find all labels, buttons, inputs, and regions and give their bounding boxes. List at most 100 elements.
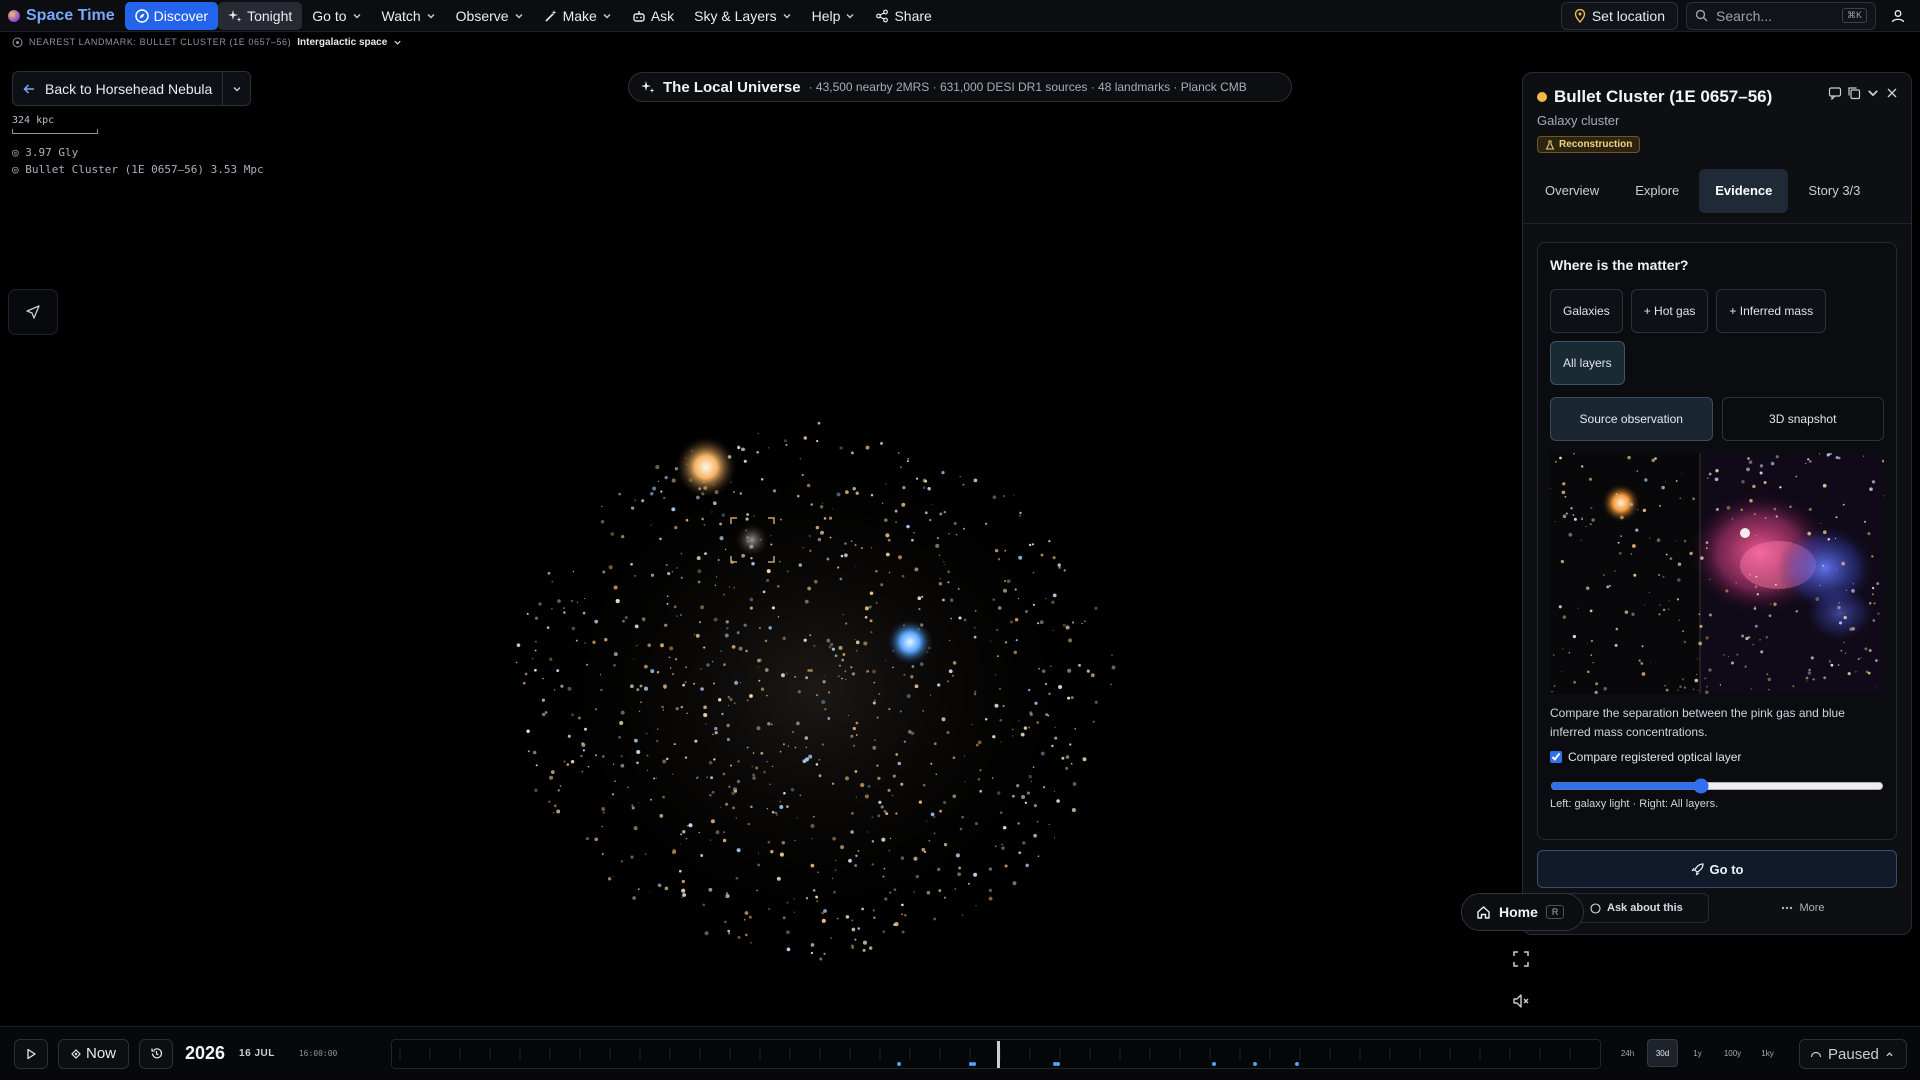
evidence-comparison-image[interactable] xyxy=(1550,452,1884,694)
bright-galaxy[interactable] xyxy=(674,435,738,499)
image-star xyxy=(1700,555,1704,560)
chip-hot-gas[interactable]: + Hot gas xyxy=(1630,288,1709,333)
play-button[interactable] xyxy=(14,1038,48,1069)
galaxy-point xyxy=(733,491,735,493)
galaxy-point xyxy=(1038,667,1040,670)
galaxy-point xyxy=(649,890,651,892)
galaxy-point xyxy=(911,538,914,542)
image-star xyxy=(1871,554,1874,558)
mute-icon[interactable] xyxy=(1511,991,1531,1011)
search-box[interactable]: ⌘K xyxy=(1686,1,1876,30)
nav-share-button[interactable]: Share xyxy=(865,2,941,30)
pointer-tool-button[interactable] xyxy=(8,289,58,335)
galaxy-point xyxy=(815,763,819,766)
range-24h[interactable]: 24h xyxy=(1612,1039,1643,1067)
galaxy-point xyxy=(826,557,830,561)
nav-ask-button[interactable]: Ask xyxy=(622,2,684,30)
compare-optical-checkbox[interactable] xyxy=(1550,750,1562,763)
compare-optical-toggle[interactable]: Compare registered optical layer xyxy=(1550,750,1884,764)
blue-galaxy[interactable] xyxy=(886,618,934,666)
galaxy-point xyxy=(595,708,598,711)
search-input[interactable] xyxy=(1716,7,1826,24)
panel-bottom-actions: Ask about this More xyxy=(1537,893,1897,923)
timeline-event-marker[interactable] xyxy=(1295,1062,1299,1066)
timeline-event-marker[interactable] xyxy=(1253,1062,1257,1066)
galaxy-point xyxy=(1062,623,1066,627)
more-button-label: More xyxy=(1799,902,1825,914)
image-star xyxy=(1562,614,1567,619)
tab-explore[interactable]: Explore xyxy=(1619,169,1695,213)
galaxy-point xyxy=(838,664,842,667)
image-star xyxy=(1667,608,1670,610)
nav-discover-button[interactable]: Discover xyxy=(124,1,219,30)
history-button[interactable] xyxy=(139,1038,173,1069)
galaxy-point xyxy=(910,731,915,736)
timeline-event-marker[interactable] xyxy=(1212,1062,1216,1066)
scene-title: The Local Universe xyxy=(663,78,801,96)
source-observation-button[interactable]: Source observation xyxy=(1550,396,1713,441)
tab-overview[interactable]: Overview xyxy=(1529,169,1615,213)
galaxy-point xyxy=(924,851,926,853)
more-button[interactable]: More xyxy=(1709,902,1897,914)
selected-object[interactable] xyxy=(734,522,770,558)
nav-goto-menu[interactable]: Go to xyxy=(302,2,371,30)
scene-summary-pill[interactable]: The Local Universe · 43,500 nearby 2MRS … xyxy=(628,72,1292,102)
nav-goto-label: Go to xyxy=(312,7,347,24)
app-brand[interactable]: Space Time xyxy=(8,7,115,25)
chip-galaxies[interactable]: Galaxies xyxy=(1550,288,1623,333)
close-icon[interactable] xyxy=(1885,86,1899,100)
timeline-event-marker[interactable] xyxy=(1056,1062,1060,1066)
3d-snapshot-button[interactable]: 3D snapshot xyxy=(1721,396,1884,441)
nav-tonight-button[interactable]: Tonight xyxy=(218,1,303,30)
scale-bar xyxy=(12,129,98,134)
timeline-playhead[interactable] xyxy=(997,1041,1000,1068)
goto-button[interactable]: Go to xyxy=(1537,850,1897,888)
timeline-event-marker[interactable] xyxy=(897,1062,901,1066)
tab-story[interactable]: Story 3/3 xyxy=(1792,169,1876,213)
nav-tonight-label: Tonight xyxy=(247,7,293,24)
nav-make-menu[interactable]: Make xyxy=(534,2,622,30)
timeline-event-marker[interactable] xyxy=(972,1062,976,1066)
image-star xyxy=(1810,655,1814,659)
back-history-dropdown[interactable] xyxy=(223,72,250,105)
galaxy-point xyxy=(601,825,603,828)
range-1y[interactable]: 1y xyxy=(1682,1039,1713,1067)
timeline-track[interactable] xyxy=(391,1039,1601,1069)
galaxy-point xyxy=(721,513,725,517)
account-button[interactable] xyxy=(1884,2,1912,30)
range-100y[interactable]: 100y xyxy=(1717,1039,1748,1067)
tab-evidence[interactable]: Evidence xyxy=(1699,168,1789,213)
comment-icon[interactable] xyxy=(1828,86,1842,100)
fullscreen-icon[interactable] xyxy=(1511,949,1531,969)
chip-all-layers[interactable]: All layers xyxy=(1550,340,1625,385)
image-star xyxy=(1588,477,1593,481)
collapse-chevron-icon[interactable] xyxy=(1866,86,1880,100)
nav-sky-layers-menu[interactable]: Sky & Layers xyxy=(684,2,801,30)
image-star xyxy=(1759,463,1764,468)
distance-readouts: ◎ 3.97 Gly ◎ Bullet Cluster (1E 0657–56)… xyxy=(12,144,264,178)
range-30d[interactable]: 30d xyxy=(1647,1039,1678,1067)
range-1ky[interactable]: 1ky xyxy=(1752,1039,1783,1067)
set-location-button[interactable]: Set location xyxy=(1560,1,1678,30)
nav-watch-menu[interactable]: Watch xyxy=(372,2,446,30)
comparison-slider-input[interactable] xyxy=(1550,777,1884,794)
galaxy-point xyxy=(884,897,888,901)
galaxy-point xyxy=(703,713,708,718)
galaxy-point xyxy=(872,669,876,674)
home-button[interactable]: Home R xyxy=(1461,893,1584,931)
galaxy-point xyxy=(705,723,707,725)
back-button[interactable]: Back to Horsehead Nebula xyxy=(13,72,224,105)
copy-icon[interactable] xyxy=(1847,86,1861,100)
comparison-slider[interactable] xyxy=(1550,777,1884,794)
playback-status-button[interactable]: Paused xyxy=(1799,1039,1907,1069)
galaxy-point xyxy=(745,933,748,937)
image-star xyxy=(1827,537,1831,541)
galaxy-point xyxy=(764,639,768,643)
chip-inferred-mass[interactable]: + Inferred mass xyxy=(1716,288,1827,333)
now-button[interactable]: Now xyxy=(58,1038,129,1069)
galaxy-point xyxy=(1053,837,1056,839)
nav-help-menu[interactable]: Help xyxy=(802,2,866,30)
galaxy-point xyxy=(571,599,574,603)
galaxy-point xyxy=(709,793,712,797)
nav-observe-menu[interactable]: Observe xyxy=(446,2,534,30)
